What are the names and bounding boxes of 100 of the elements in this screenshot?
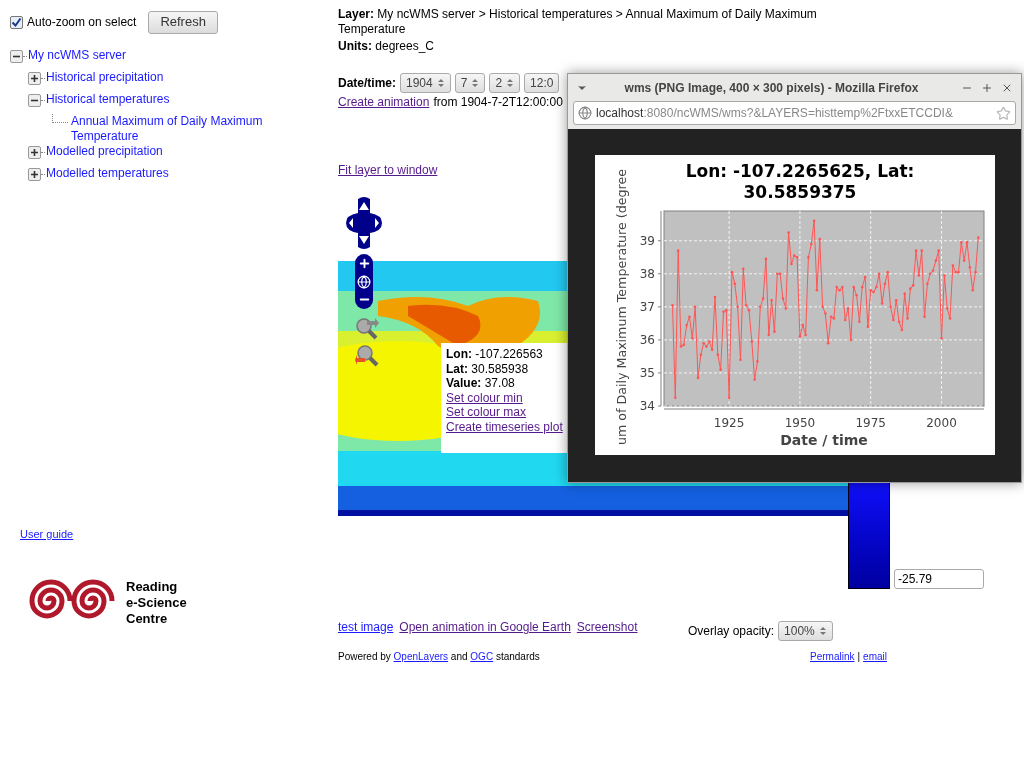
data-point	[934, 259, 938, 262]
expand-icon[interactable]	[28, 146, 41, 159]
data-point	[750, 340, 754, 343]
auto-zoom-label: Auto-zoom on select	[27, 14, 137, 31]
expand-icon[interactable]	[28, 168, 41, 181]
data-point	[773, 330, 776, 333]
tree-item[interactable]: Historical temperatures	[46, 92, 256, 107]
url-field[interactable]: localhost:8080/ncWMS/wms?&LAYERS=histtemp%2FtxxETCCDI&	[573, 101, 1016, 125]
units-text: Units: degrees_C	[338, 39, 435, 54]
data-point	[852, 285, 856, 289]
data-point	[977, 236, 980, 239]
data-point	[903, 292, 906, 295]
y-tick-label: 35	[639, 365, 655, 380]
spinner-icon	[818, 625, 827, 637]
chart-title: Lon: -107.2265625, Lat: 30.5859375	[685, 161, 915, 202]
info-line: Value: 37.08	[446, 376, 515, 391]
powered-by-text: Powered by OpenLayers and OGC standards	[338, 650, 541, 664]
email-link[interactable]: email	[863, 649, 887, 664]
maximize-icon[interactable]	[981, 81, 993, 94]
openlayers-link[interactable]: OpenLayers	[393, 651, 449, 662]
data-point	[676, 249, 680, 252]
data-point	[880, 302, 884, 305]
x-tick-label: 1975	[855, 416, 886, 430]
date-select[interactable]: 12:0	[524, 72, 560, 93]
magnifier-icon[interactable]	[355, 317, 379, 341]
x-axis-label: Date / time	[780, 432, 868, 448]
auto-zoom-checkbox[interactable]	[10, 15, 23, 29]
data-point	[671, 303, 674, 307]
user-guide-link[interactable]: User guide	[20, 526, 74, 543]
ogc-link[interactable]: OGC	[470, 651, 494, 662]
opacity-select[interactable]: 100%	[778, 621, 833, 641]
data-point	[756, 360, 759, 363]
data-point	[943, 274, 946, 277]
y-tick-label: 38	[639, 266, 655, 281]
data-point	[863, 275, 867, 279]
footer-link[interactable]: Screenshot	[576, 618, 638, 636]
data-point	[877, 272, 881, 276]
data-point	[906, 317, 909, 320]
data-point	[742, 267, 745, 271]
x-tick-label: 2000	[926, 416, 957, 430]
data-point	[781, 297, 785, 300]
data-point	[807, 255, 810, 259]
data-point	[824, 312, 827, 315]
data-point	[860, 285, 864, 289]
y-tick-label: 37	[639, 299, 655, 314]
data-point	[727, 396, 731, 400]
colour-min-field[interactable]: -25.79	[894, 569, 984, 589]
data-point	[770, 298, 773, 302]
date-select[interactable]: 1904	[400, 72, 451, 93]
data-point	[965, 241, 969, 244]
data-point	[886, 270, 889, 274]
globe-icon[interactable]	[357, 274, 371, 289]
tree-item[interactable]: Annual Maximum of Daily Maximum Temperature	[71, 114, 281, 144]
date-select[interactable]: 2	[489, 72, 521, 93]
tree-item[interactable]: Modelled temperatures	[46, 166, 256, 181]
zoom-in-icon[interactable]	[357, 257, 371, 270]
fit-layer-link[interactable]: Fit layer to window	[338, 163, 438, 178]
data-point	[815, 289, 819, 292]
refresh-button[interactable]: Refresh	[148, 10, 218, 34]
data-point	[761, 297, 765, 300]
footer-link[interactable]: test image	[338, 618, 394, 636]
create-animation-link[interactable]: Create animation	[338, 95, 430, 110]
data-point	[719, 368, 722, 371]
x-tick-label: 1950	[784, 416, 816, 430]
info-link[interactable]: Create timeseries plot	[446, 419, 563, 434]
expand-icon[interactable]	[28, 72, 41, 85]
data-point	[894, 298, 898, 302]
data-point	[914, 249, 918, 252]
collapse-icon[interactable]	[28, 94, 41, 107]
date-time-label: Date/time:	[338, 74, 396, 92]
pan-control-icon[interactable]	[346, 197, 382, 249]
bookmark-star-icon[interactable]	[996, 105, 1011, 121]
magnifier-icon[interactable]	[355, 344, 379, 368]
data-point	[821, 305, 824, 309]
data-point	[688, 315, 691, 319]
data-point	[926, 282, 929, 285]
data-point	[801, 323, 805, 327]
data-point	[784, 307, 788, 310]
y-tick-label: 39	[639, 233, 655, 248]
data-point	[945, 307, 949, 310]
data-point	[962, 259, 966, 262]
info-link[interactable]: Set colour max	[446, 405, 527, 420]
date-select[interactable]: 7	[454, 72, 486, 93]
info-link[interactable]: Set colour min	[446, 390, 523, 405]
data-point	[809, 242, 813, 246]
tree-item[interactable]: Historical precipitation	[46, 70, 256, 85]
data-point	[960, 241, 963, 244]
data-point	[846, 307, 850, 310]
tree-item[interactable]: My ncWMS server	[28, 48, 238, 63]
data-point	[767, 333, 771, 337]
tree-item[interactable]: Modelled precipitation	[46, 144, 256, 159]
permalink-link[interactable]: Permalink	[810, 649, 855, 664]
info-line: Lon: -107.226563	[446, 347, 543, 362]
data-point	[923, 315, 926, 319]
data-point	[674, 396, 677, 400]
data-point	[730, 270, 734, 274]
footer-link[interactable]: Open animation in Google Earth	[399, 618, 571, 636]
collapse-icon[interactable]	[10, 50, 23, 63]
data-point	[759, 305, 762, 309]
data-point	[733, 282, 737, 285]
